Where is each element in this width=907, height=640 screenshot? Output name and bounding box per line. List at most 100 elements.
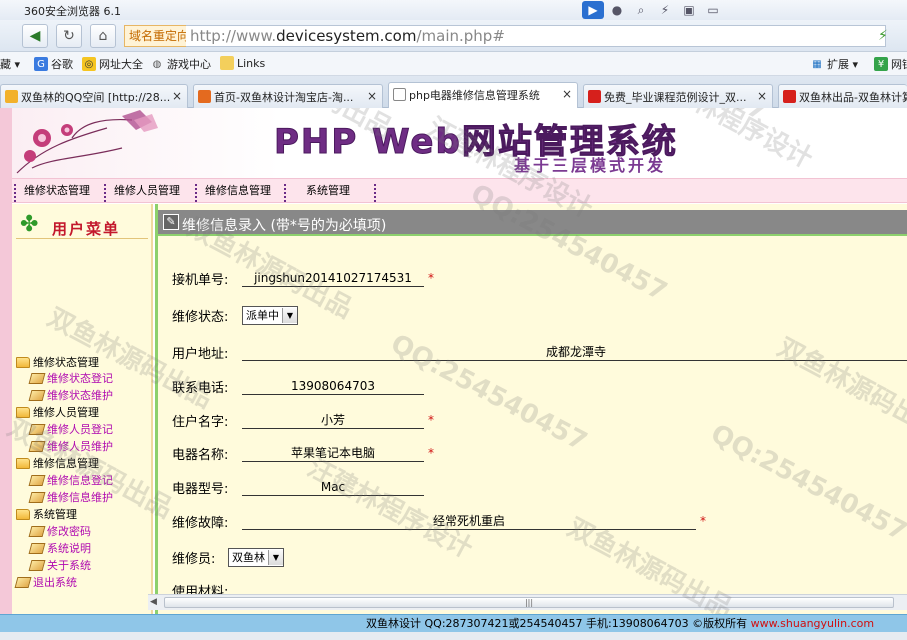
- tab-close-icon[interactable]: ×: [172, 89, 182, 103]
- window-icon[interactable]: ▭: [702, 1, 724, 19]
- fault-label: 维修故障:: [172, 515, 229, 531]
- browser-status-bar: [0, 632, 907, 640]
- tab-shuangyulin[interactable]: 双鱼林出品-双鱼林计算: [778, 84, 907, 108]
- bookmark-online-banking[interactable]: ¥网银: [874, 56, 907, 72]
- tree-cat-system[interactable]: 系统管理: [16, 506, 77, 522]
- tab-free-course[interactable]: 免费_毕业课程范例设计_双... ×: [583, 84, 773, 108]
- folder-icon: [16, 508, 30, 520]
- url-input[interactable]: http://www.devicesystem.com/main.php#: [186, 25, 886, 47]
- nav-repair-info[interactable]: 维修信息管理: [195, 184, 271, 202]
- refresh-icon: ↻: [63, 28, 75, 44]
- tree-cat-repair-info[interactable]: 维修信息管理: [16, 455, 99, 471]
- site-icon: [783, 90, 796, 103]
- star-icon: [5, 90, 18, 103]
- bookmark-favorites[interactable]: 藏 ▾: [0, 56, 20, 72]
- bookmark-google[interactable]: G 谷歌: [34, 56, 73, 72]
- address-input[interactable]: [242, 343, 907, 361]
- user-icon[interactable]: ●: [606, 1, 628, 19]
- page-icon: [393, 88, 406, 101]
- page-left-edge: [0, 108, 12, 614]
- scroll-left-icon[interactable]: ◀: [150, 597, 157, 607]
- tab-close-icon[interactable]: ×: [367, 89, 377, 103]
- tree-item-status-maintain[interactable]: 维修状态维护: [28, 387, 113, 403]
- address-label: 用户地址:: [172, 346, 229, 362]
- gamepad-icon: ◍: [152, 58, 162, 70]
- top-navigation: 维修状态管理 维修人员管理 维修信息管理 系统管理: [12, 178, 907, 203]
- tree-cat-repair-status[interactable]: 维修状态管理: [16, 354, 99, 370]
- phone-input[interactable]: [242, 377, 424, 395]
- main-panel: ✎ 维修信息录入 (带*号的为必填项) 接机单号: * 维修状态: 派单中▼ 用…: [155, 204, 907, 614]
- tab-close-icon[interactable]: ×: [562, 87, 572, 101]
- search-icon[interactable]: ⌕: [630, 1, 652, 19]
- lock-icon[interactable]: ▣: [678, 1, 700, 19]
- tab-taobao-shop[interactable]: 首页-双鱼林设计淘宝店-淘... ×: [193, 84, 383, 108]
- home-button[interactable]: ⌂: [90, 24, 116, 48]
- tab-qq-space[interactable]: 双鱼林的QQ空间 [http://28... ×: [0, 84, 188, 108]
- appliance-input[interactable]: [242, 444, 424, 462]
- fault-input[interactable]: [242, 512, 696, 530]
- tab-repair-system[interactable]: php电器维修信息管理系统 ×: [388, 82, 578, 109]
- site-icon: [588, 90, 601, 103]
- folder-icon: [16, 356, 30, 368]
- tab-close-icon[interactable]: ×: [757, 89, 767, 103]
- lightning-icon[interactable]: ⚡: [654, 1, 676, 19]
- row-fault: 维修故障: *: [172, 509, 706, 533]
- sidebar-divider: [16, 238, 148, 239]
- required-mark: *: [428, 413, 434, 427]
- footer-site-link[interactable]: www.shuangyulin.com: [751, 617, 874, 630]
- bookmarks-bar: 藏 ▾ G谷歌 ◎网址大全 ◍游戏中心 Links ▦扩展 ▾ ¥网银: [0, 52, 907, 76]
- nav-repair-status[interactable]: 维修状态管理: [14, 184, 90, 202]
- tree-item-change-password[interactable]: 修改密码: [28, 523, 91, 539]
- required-mark: *: [428, 446, 434, 460]
- flower-decoration-icon: [16, 110, 158, 174]
- order-no-input[interactable]: [242, 269, 424, 287]
- browser-logo-icon[interactable]: ▶: [582, 1, 604, 19]
- worker-label: 维修员:: [172, 551, 216, 567]
- go-icon[interactable]: ⚡: [878, 28, 888, 44]
- back-button[interactable]: ◀: [22, 24, 48, 48]
- title-bar-icons: ▶ ● ⌕ ⚡ ▣ ▭: [582, 1, 724, 19]
- tree-item-logout[interactable]: 退出系统: [14, 574, 77, 590]
- worker-select[interactable]: 双鱼林 ▼: [228, 547, 284, 567]
- chevron-down-icon: ▼: [282, 307, 297, 323]
- extensions-menu[interactable]: ▦ 扩展 ▾: [810, 56, 858, 72]
- tree-item-info-register[interactable]: 维修信息登记: [28, 472, 113, 488]
- address-bar: ◀ ↻ ⌂ 域名重定向 http://www.devicesystem.com/…: [0, 20, 907, 52]
- refresh-button[interactable]: ↻: [56, 24, 82, 48]
- banner-subtitle: 基于三层模式开发: [514, 156, 667, 175]
- nav-system[interactable]: 系统管理: [284, 184, 350, 202]
- home-icon: ⌂: [98, 28, 108, 44]
- browser-tab-strip: 双鱼林的QQ空间 [http://28... × 首页-双鱼林设计淘宝店-淘...…: [0, 76, 907, 109]
- row-worker: 维修员: 双鱼林 ▼: [172, 545, 284, 569]
- name-input[interactable]: [242, 411, 424, 429]
- book-icon: [28, 389, 46, 401]
- bookmark-links[interactable]: Links: [220, 56, 265, 70]
- globe-icon: ◎: [82, 57, 96, 71]
- row-model: 电器型号:: [172, 475, 424, 499]
- tree-item-system-help[interactable]: 系统说明: [28, 540, 91, 556]
- tree-item-info-maintain[interactable]: 维修信息维护: [28, 489, 113, 505]
- tree-item-staff-maintain[interactable]: 维修人员维护: [28, 438, 113, 454]
- tree-cat-repair-staff[interactable]: 维修人员管理: [16, 404, 99, 420]
- scrollbar-thumb[interactable]: |||: [164, 597, 894, 608]
- bookmark-game-center[interactable]: ◍ 游戏中心: [150, 56, 211, 72]
- status-select[interactable]: 派单中 ▼: [242, 305, 298, 325]
- book-icon: [28, 372, 46, 384]
- tree-item-about[interactable]: 关于系统: [28, 557, 91, 573]
- tree-item-status-register[interactable]: 维修状态登记: [28, 370, 113, 386]
- taobao-icon: [198, 90, 211, 103]
- back-arrow-icon: ◀: [29, 28, 41, 44]
- book-icon: [28, 525, 46, 537]
- dns-redirect-badge[interactable]: 域名重定向: [124, 25, 195, 47]
- nav-repair-staff[interactable]: 维修人员管理: [104, 184, 180, 202]
- order-no-label: 接机单号:: [172, 272, 229, 288]
- row-appliance: 电器名称: *: [172, 441, 434, 465]
- row-order-no: 接机单号: *: [172, 266, 434, 290]
- book-icon: [28, 423, 46, 435]
- appliance-label: 电器名称:: [172, 447, 229, 463]
- extensions-icon: ▦: [812, 58, 822, 70]
- horizontal-scrollbar[interactable]: ◀ |||: [148, 594, 907, 610]
- tree-item-staff-register[interactable]: 维修人员登记: [28, 421, 113, 437]
- bookmark-site-directory[interactable]: ◎ 网址大全: [82, 56, 143, 72]
- model-input[interactable]: [242, 478, 424, 496]
